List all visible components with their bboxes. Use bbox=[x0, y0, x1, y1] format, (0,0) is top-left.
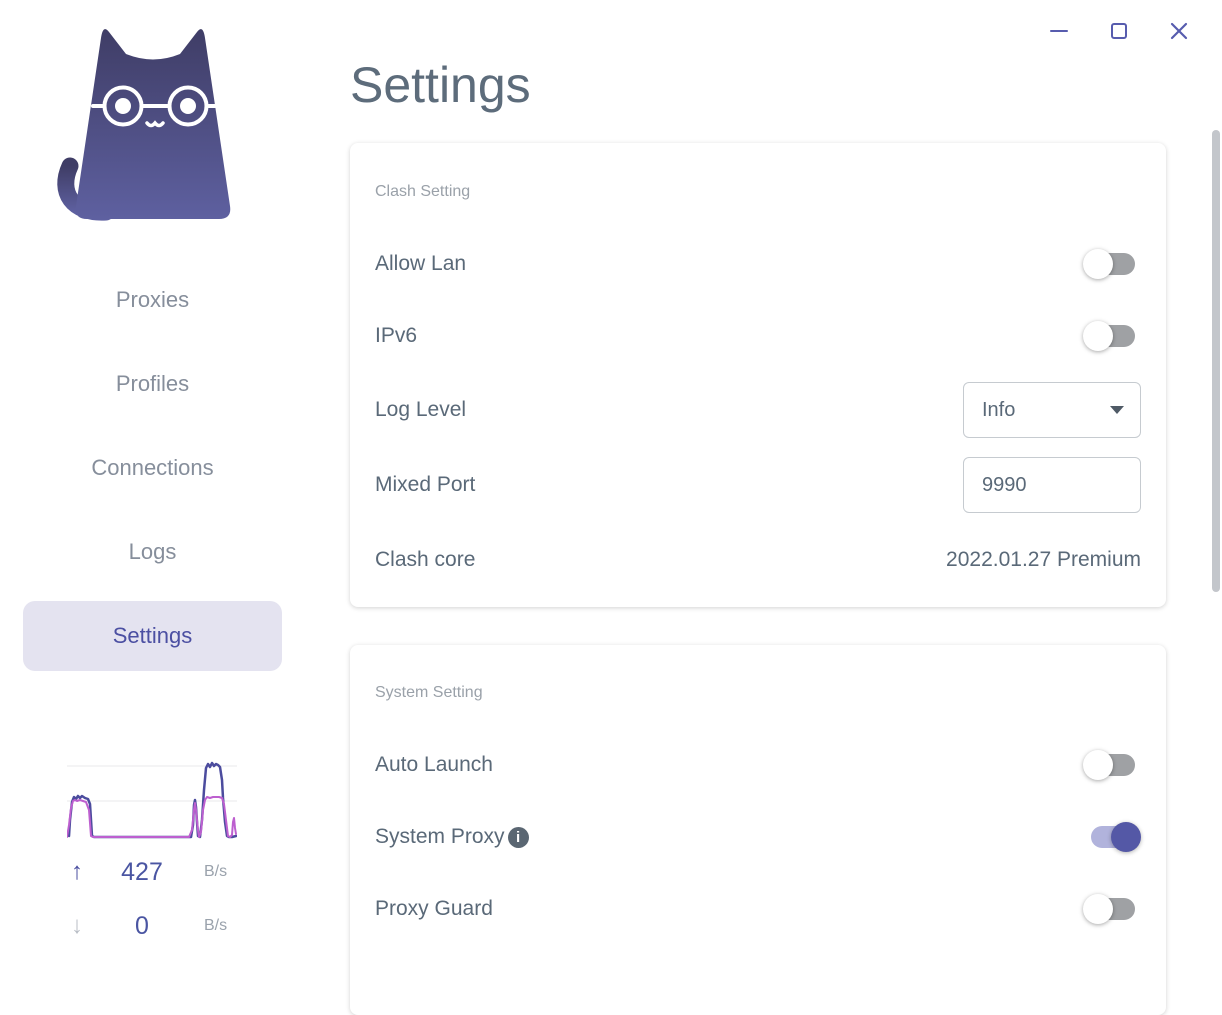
auto-launch-label: Auto Launch bbox=[375, 753, 493, 776]
download-value: 0 bbox=[135, 911, 149, 940]
download-stat-row: ↓ 0 B/s bbox=[62, 910, 240, 942]
traffic-sparkline bbox=[65, 760, 238, 845]
system-proxy-label-text: System Proxy bbox=[375, 825, 505, 848]
system-setting-card: System Setting Auto Launch System Proxy … bbox=[350, 645, 1166, 1015]
sidebar-nav: Proxies Profiles Connections Logs Settin… bbox=[23, 270, 282, 695]
proxy-guard-label: Proxy Guard bbox=[375, 897, 493, 920]
sidebar-item-logs[interactable]: Logs bbox=[23, 522, 282, 582]
maximize-button[interactable] bbox=[1106, 18, 1132, 44]
toggle-knob bbox=[1083, 321, 1113, 351]
down-arrow-icon: ↓ bbox=[71, 912, 83, 939]
row-system-proxy: System Proxy i bbox=[375, 817, 1141, 857]
sidebar-item-connections[interactable]: Connections bbox=[23, 438, 282, 498]
row-mixed-port: Mixed Port bbox=[375, 457, 1141, 513]
close-button[interactable] bbox=[1166, 18, 1192, 44]
cat-eye-left bbox=[115, 98, 131, 114]
row-auto-launch: Auto Launch bbox=[375, 745, 1141, 785]
close-icon bbox=[1170, 22, 1188, 40]
upload-unit: B/s bbox=[204, 863, 228, 880]
download-unit: B/s bbox=[204, 917, 228, 934]
section-label-system: System Setting bbox=[375, 684, 483, 701]
log-level-label: Log Level bbox=[375, 398, 467, 421]
upload-stat-row: ↑ 427 B/s bbox=[62, 856, 240, 888]
ipv6-toggle[interactable] bbox=[1083, 319, 1141, 353]
minimize-icon bbox=[1050, 30, 1068, 32]
toggle-knob bbox=[1111, 822, 1141, 852]
ipv6-label: IPv6 bbox=[375, 324, 418, 347]
chevron-down-icon bbox=[1110, 406, 1124, 414]
row-log-level: Log Level Info bbox=[375, 382, 1141, 438]
mixed-port-label: Mixed Port bbox=[375, 473, 476, 496]
up-arrow-icon: ↑ bbox=[71, 858, 83, 885]
clash-cat-logo bbox=[57, 29, 231, 221]
scrollbar-thumb[interactable] bbox=[1212, 130, 1220, 592]
toggle-knob bbox=[1083, 249, 1113, 279]
row-allow-lan: Allow Lan bbox=[375, 244, 1141, 284]
section-label-clash: Clash Setting bbox=[375, 183, 471, 200]
clash-core-version: 2022.01.27 Premium bbox=[946, 548, 1141, 571]
toggle-knob bbox=[1083, 894, 1113, 924]
proxy-guard-toggle[interactable] bbox=[1083, 892, 1141, 926]
info-icon[interactable]: i bbox=[507, 826, 529, 848]
allow-lan-label: Allow Lan bbox=[375, 252, 467, 275]
sidebar-item-profiles[interactable]: Profiles bbox=[23, 354, 282, 414]
upload-value: 427 bbox=[121, 857, 163, 886]
system-proxy-toggle[interactable] bbox=[1083, 820, 1141, 854]
row-clash-core: Clash core 2022.01.27 Premium bbox=[375, 540, 1141, 580]
log-level-select[interactable]: Info bbox=[963, 382, 1141, 438]
auto-launch-toggle[interactable] bbox=[1083, 748, 1141, 782]
page-title: Settings bbox=[350, 57, 531, 113]
cat-eye-right bbox=[180, 98, 196, 114]
minimize-button[interactable] bbox=[1046, 18, 1072, 44]
clash-core-label: Clash core bbox=[375, 548, 476, 571]
row-ipv6: IPv6 bbox=[375, 316, 1141, 356]
sidebar-item-proxies[interactable]: Proxies bbox=[23, 270, 282, 330]
allow-lan-toggle[interactable] bbox=[1083, 247, 1141, 281]
log-level-value: Info bbox=[982, 398, 1016, 421]
mixed-port-input[interactable] bbox=[963, 457, 1141, 513]
sidebar-item-settings[interactable]: Settings bbox=[23, 601, 282, 671]
clash-setting-card: Clash Setting Allow Lan IPv6 Log Level I… bbox=[350, 143, 1166, 607]
maximize-icon bbox=[1111, 23, 1127, 39]
cat-mouth bbox=[145, 120, 165, 128]
system-proxy-label: System Proxy i bbox=[375, 825, 529, 849]
row-proxy-guard: Proxy Guard bbox=[375, 889, 1141, 929]
toggle-knob bbox=[1083, 750, 1113, 780]
